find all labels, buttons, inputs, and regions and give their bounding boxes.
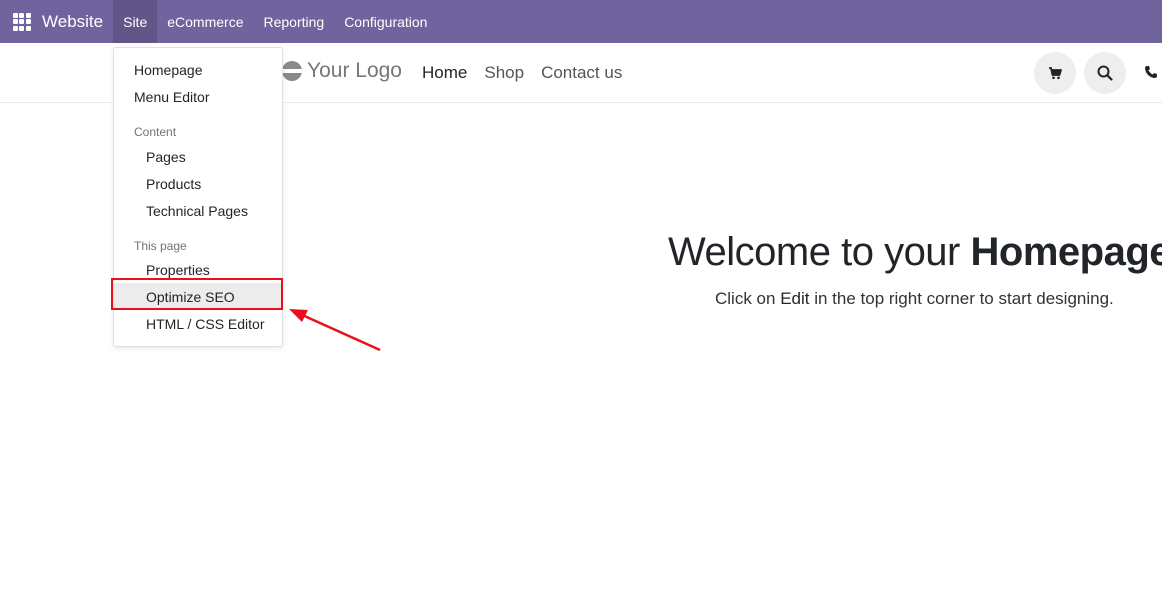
nav-home[interactable]: Home xyxy=(422,63,467,83)
page-title: Welcome to your Homepage xyxy=(668,230,1162,274)
phone-icon[interactable] xyxy=(1144,65,1158,79)
menu-site[interactable]: Site xyxy=(113,0,158,43)
menu-item-products[interactable]: Products xyxy=(114,170,282,197)
menu-ecommerce[interactable]: eCommerce xyxy=(157,0,253,43)
edit-keyword: Edit xyxy=(780,289,810,308)
apps-menu-icon[interactable] xyxy=(0,0,43,43)
search-button[interactable] xyxy=(1084,52,1126,94)
menu-item-menu-editor[interactable]: Menu Editor xyxy=(114,83,282,110)
annotation-highlight-box xyxy=(111,278,283,310)
site-logo[interactable]: Your Logo xyxy=(282,59,402,83)
menu-item-technical-pages[interactable]: Technical Pages xyxy=(114,197,282,224)
menu-item-pages[interactable]: Pages xyxy=(114,143,282,170)
nav-shop[interactable]: Shop xyxy=(484,63,524,83)
cart-button[interactable] xyxy=(1034,52,1076,94)
page-subtitle: Click on Edit in the top right corner to… xyxy=(715,289,1114,308)
menu-item-html-css-editor[interactable]: HTML / CSS Editor xyxy=(114,310,282,337)
logo-icon xyxy=(282,61,302,81)
this-page-section-header: This page xyxy=(134,239,187,253)
content-section-header: Content xyxy=(134,125,177,139)
top-navbar: Website Site eCommerce Reporting Configu… xyxy=(0,0,1162,43)
cart-icon xyxy=(1049,67,1062,80)
logo-text: Your Logo xyxy=(307,59,402,82)
menu-reporting[interactable]: Reporting xyxy=(253,0,334,43)
site-nav: Home Shop Contact us xyxy=(422,63,639,83)
menu-item-homepage[interactable]: Homepage xyxy=(114,56,282,83)
search-icon xyxy=(1097,65,1113,81)
nav-contact-us[interactable]: Contact us xyxy=(541,63,622,83)
app-name[interactable]: Website xyxy=(42,12,103,32)
menu-configuration[interactable]: Configuration xyxy=(334,0,437,43)
